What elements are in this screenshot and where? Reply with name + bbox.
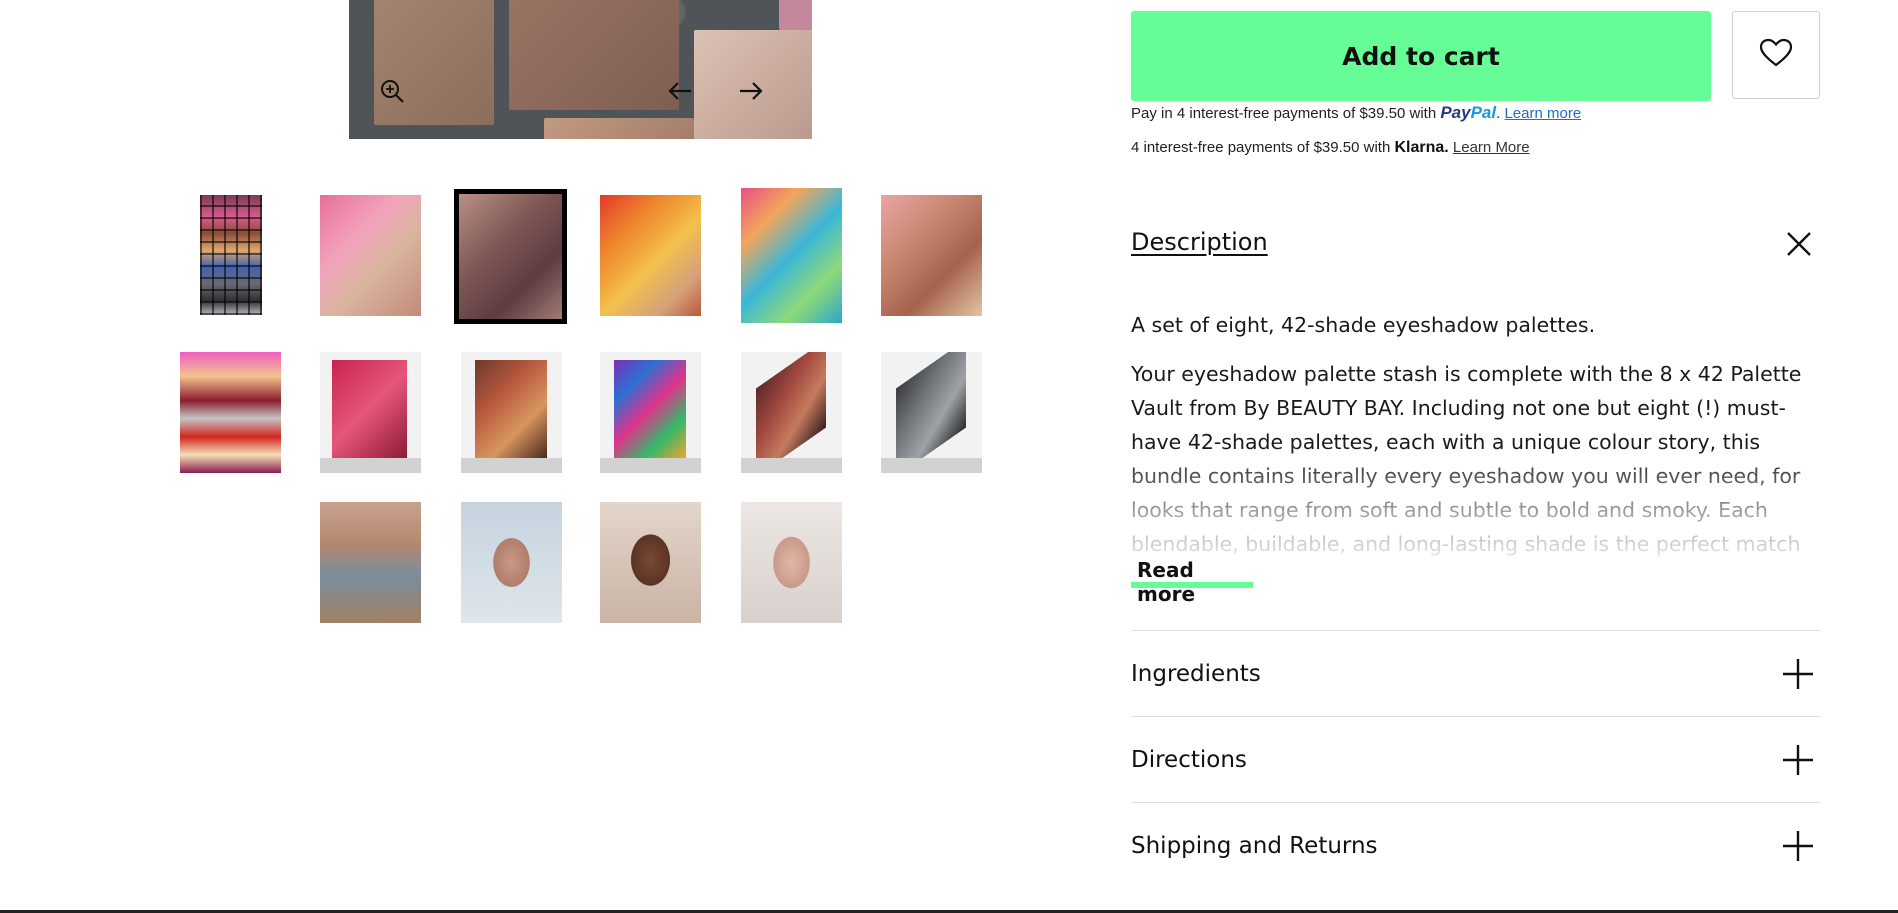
palette-pan [779, 0, 812, 30]
klarna-learn-more-link[interactable]: Learn More [1453, 139, 1530, 156]
palette-pan [544, 118, 694, 139]
add-to-cart-button[interactable]: Add to cart [1131, 11, 1711, 101]
klarna-payments: 4 interest-free payments of $39.50 with … [1131, 139, 1530, 157]
thumbnail[interactable] [320, 502, 421, 623]
paypal-logo-pay: Pay [1440, 103, 1471, 122]
paypal-text: Pay in 4 interest-free payments of $39.5… [1131, 105, 1437, 122]
thumbnail[interactable] [180, 352, 281, 473]
thumbnail[interactable] [200, 195, 262, 315]
description-intro: A set of eight, 42-shade eyeshadow palet… [1131, 313, 1596, 337]
paypal-pay-in-4: Pay in 4 interest-free payments of $39.5… [1131, 103, 1581, 123]
accordion-ingredients[interactable]: Ingredients [1131, 630, 1821, 716]
klarna-text: 4 interest-free payments of $39.50 with [1131, 139, 1391, 156]
thumbnail[interactable] [461, 352, 562, 473]
shadow [881, 458, 982, 473]
description-text: Your eyeshadow palette stash is complete… [1131, 362, 1802, 556]
accordion-shipping-returns[interactable]: Shipping and Returns [1131, 802, 1821, 888]
palette-grid [200, 195, 262, 315]
shadow [741, 458, 842, 473]
palette-pan [509, 0, 679, 110]
zoom-in-icon[interactable] [379, 78, 407, 106]
palette-open [614, 360, 686, 458]
accordion-directions[interactable]: Directions [1131, 716, 1821, 802]
shadow [600, 458, 701, 473]
paypal-period: . [1496, 105, 1501, 122]
description-body: A set of eight, 42-shade eyeshadow palet… [1131, 308, 1821, 561]
palette-pan [374, 0, 494, 125]
plus-icon [1781, 657, 1815, 691]
thumbnail[interactable] [741, 352, 842, 473]
accordion-label: Directions [1131, 746, 1247, 773]
thumbnail[interactable] [600, 502, 701, 623]
thumbnail[interactable] [881, 195, 982, 316]
shadow [461, 458, 562, 473]
arrow-right-icon[interactable] [738, 78, 766, 106]
paypal-learn-more-link[interactable]: Learn more [1504, 105, 1581, 122]
accordion-label: Ingredients [1131, 660, 1261, 687]
thumbnail[interactable] [741, 502, 842, 623]
palette-open [332, 360, 407, 458]
close-icon[interactable] [1784, 229, 1814, 259]
palette-open [475, 360, 547, 458]
palette-tilted [756, 352, 826, 473]
description-heading[interactable]: Description [1131, 228, 1268, 256]
klarna-logo: Klarna. [1394, 139, 1449, 156]
thumbnail[interactable] [881, 352, 982, 473]
thumbnail[interactable] [320, 352, 421, 473]
palette-tilted [896, 352, 966, 473]
read-more-button[interactable]: Read more [1131, 558, 1253, 606]
thumbnail[interactable] [320, 195, 421, 316]
main-product-image[interactable] [349, 0, 812, 139]
wishlist-button[interactable] [1732, 11, 1820, 99]
paypal-logo: PayPal [1440, 103, 1496, 122]
shadow [320, 458, 421, 473]
thumbnail[interactable] [461, 502, 562, 623]
thumbnail[interactable] [600, 195, 701, 316]
thumbnail[interactable] [741, 188, 842, 323]
arrow-left-icon[interactable] [667, 78, 695, 106]
plus-icon [1781, 829, 1815, 863]
accordion-label: Shipping and Returns [1131, 832, 1378, 859]
paypal-logo-pal: Pal [1470, 103, 1497, 122]
description-fade: Your eyeshadow palette stash is complete… [1131, 357, 1821, 561]
plus-icon [1781, 743, 1815, 777]
heart-icon [1759, 38, 1793, 72]
thumbnail[interactable] [600, 352, 701, 473]
thumbnail-selected[interactable] [454, 189, 567, 324]
